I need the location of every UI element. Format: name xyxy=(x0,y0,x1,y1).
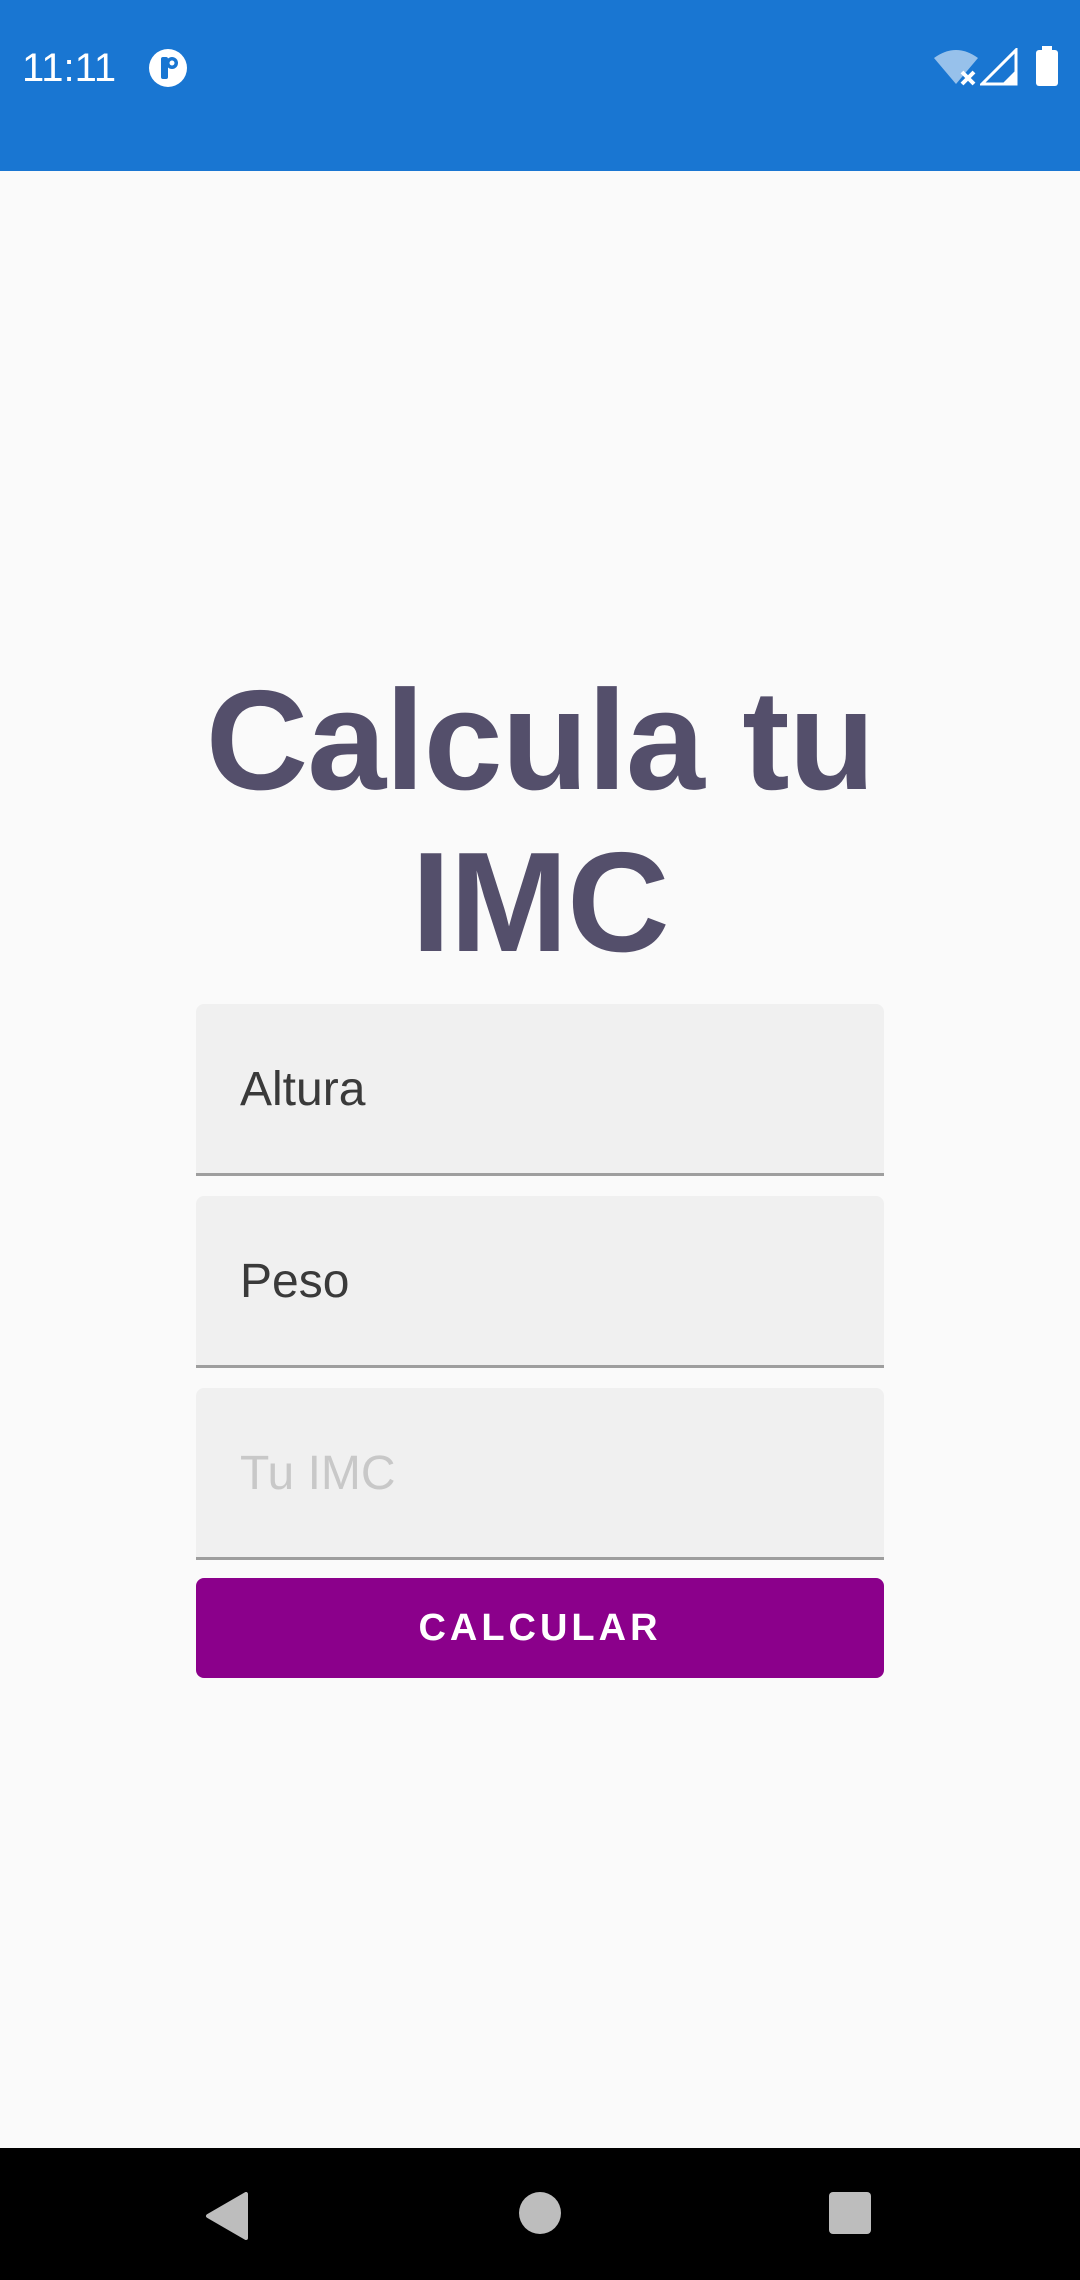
altura-field[interactable]: Altura xyxy=(196,1004,884,1176)
calcular-button[interactable]: CALCULAR xyxy=(196,1578,884,1678)
altura-field-text: Altura xyxy=(240,1063,366,1116)
peso-field[interactable]: Peso xyxy=(196,1196,884,1368)
status-time: 11:11 xyxy=(22,46,117,90)
home-icon[interactable] xyxy=(519,2192,561,2234)
title-line-2: IMC xyxy=(411,823,669,982)
app-notification-icon xyxy=(149,49,187,87)
imc-result-field[interactable]: Tu IMC xyxy=(196,1388,884,1560)
peso-field-text: Peso xyxy=(240,1255,350,1308)
cell-signal-icon xyxy=(980,48,1018,86)
navigation-bar xyxy=(0,2148,1080,2280)
wifi-off-icon xyxy=(934,50,978,86)
imc-result-placeholder: Tu IMC xyxy=(240,1447,396,1500)
title-line-1: Calcula tu xyxy=(205,661,876,820)
page-title: Calcula tu IMC xyxy=(0,660,1080,984)
back-icon[interactable] xyxy=(204,2192,250,2240)
battery-icon xyxy=(1036,46,1058,86)
status-bar: 11:11 xyxy=(0,0,1080,171)
recents-icon[interactable] xyxy=(829,2192,871,2234)
